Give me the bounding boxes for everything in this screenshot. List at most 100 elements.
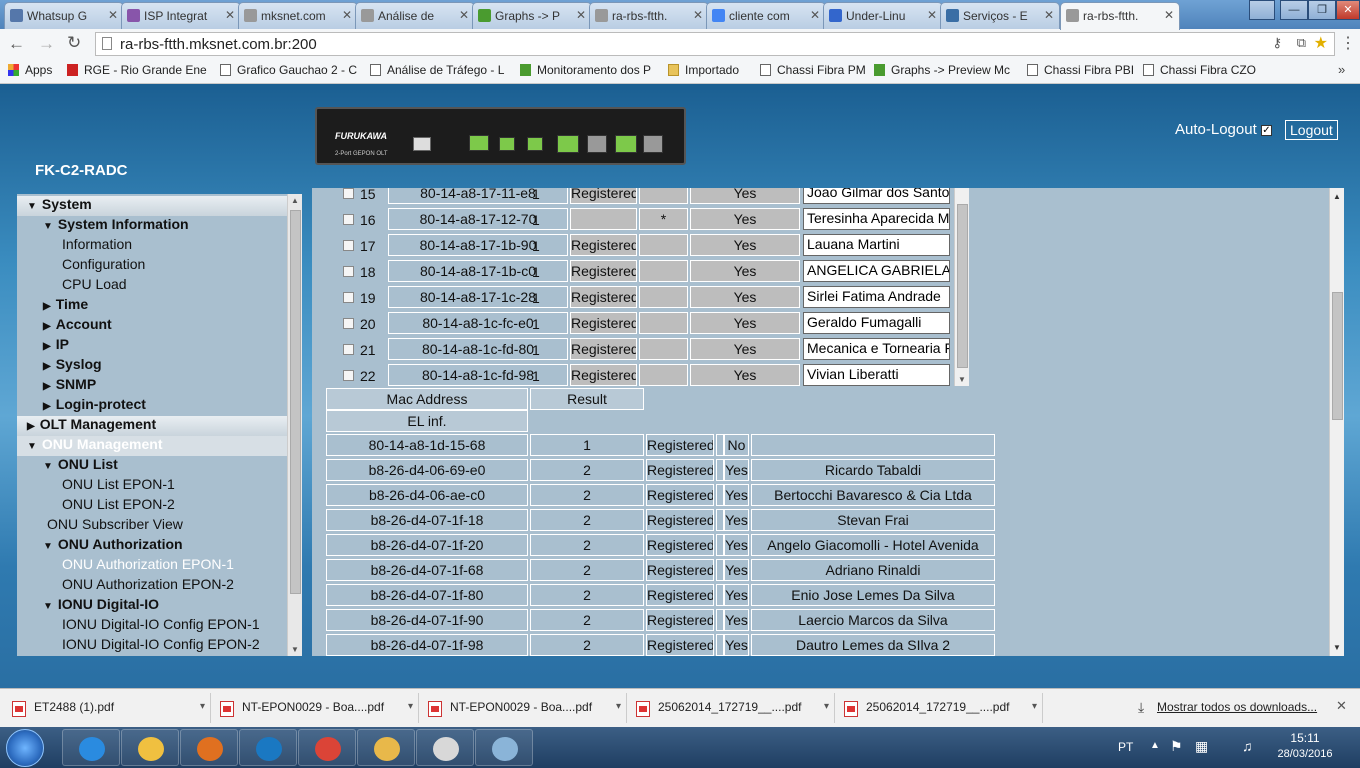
tree-item-onu-list-epon-2[interactable]: ONU List EPON-2 xyxy=(17,496,287,516)
explorer-taskbar-button[interactable] xyxy=(121,729,179,766)
auth-scroll-thumb[interactable] xyxy=(957,204,968,368)
minimize-button[interactable]: — xyxy=(1280,0,1308,20)
star-icon[interactable]: ★ xyxy=(1314,33,1328,53)
tree-item-system-information[interactable]: ▼ System Information xyxy=(17,216,287,236)
collapsed-arrow-icon[interactable]: ▶ xyxy=(43,341,51,352)
expanded-arrow-icon[interactable]: ▼ xyxy=(27,441,37,452)
row-checkbox[interactable] xyxy=(343,344,354,355)
download-item[interactable]: 25062014_172719__....pdf xyxy=(836,695,1036,723)
tree-item-onu-list-epon-1[interactable]: ONU List EPON-1 xyxy=(17,476,287,496)
collapsed-arrow-icon[interactable]: ▶ xyxy=(43,321,51,332)
slack-taskbar-button[interactable] xyxy=(416,729,474,766)
media-player-taskbar-button[interactable] xyxy=(180,729,238,766)
tree-item-configuration[interactable]: Configuration xyxy=(17,256,287,276)
close-tab-icon[interactable]: ✕ xyxy=(108,8,118,22)
close-downloads-icon[interactable]: ✕ xyxy=(1336,698,1347,714)
subscriber-name-input[interactable]: Vivian Liberatti xyxy=(803,364,950,386)
download-item[interactable]: NT-EPON0029 - Boa....pdf xyxy=(212,695,412,723)
subscriber-name-input[interactable]: Joao Gilmar dos Santos xyxy=(803,188,950,204)
bookmark-8[interactable]: Graphs -> Preview Mc xyxy=(874,63,1010,77)
tree-scroll-thumb[interactable] xyxy=(290,210,301,594)
row-checkbox[interactable] xyxy=(343,240,354,251)
close-tab-icon[interactable]: ✕ xyxy=(693,8,703,22)
skype-taskbar-button[interactable] xyxy=(239,729,297,766)
show-hidden-icons[interactable]: ▲ xyxy=(1150,740,1160,751)
menu-icon[interactable]: ⋮ xyxy=(1340,33,1356,53)
key-icon[interactable]: ⚷ xyxy=(1272,35,1282,51)
tree-item-syslog[interactable]: ▶ Syslog xyxy=(17,356,287,376)
back-icon[interactable]: ← xyxy=(8,34,25,54)
close-window-button[interactable]: ✕ xyxy=(1336,0,1360,20)
main-scrollbar[interactable]: ▲ ▼ xyxy=(1329,188,1344,656)
more-bookmarks-icon[interactable]: » xyxy=(1338,62,1345,77)
action-center-icon[interactable]: ⚑ xyxy=(1170,738,1183,755)
notepad-taskbar-button[interactable] xyxy=(475,729,533,766)
download-menu-icon[interactable]: ▾ xyxy=(1032,701,1037,712)
tree-item-onu-subscriber-view[interactable]: ONU Subscriber View xyxy=(17,516,287,536)
download-menu-icon[interactable]: ▾ xyxy=(200,701,205,712)
subscriber-name-input[interactable]: ANGELICA GABRIELA xyxy=(803,260,950,282)
tab-4[interactable]: Análise de ✕ xyxy=(355,2,475,29)
tab-6[interactable]: ra-rbs-ftth. ✕ xyxy=(589,2,709,29)
tree-item-system[interactable]: ▼ System xyxy=(17,196,287,216)
bookmark-1[interactable]: Apps xyxy=(8,63,52,77)
tab-8[interactable]: Under-Linu ✕ xyxy=(823,2,943,29)
tree-item-login-protect[interactable]: ▶ Login-protect xyxy=(17,396,287,416)
tree-item-account[interactable]: ▶ Account xyxy=(17,316,287,336)
download-menu-icon[interactable]: ▾ xyxy=(824,701,829,712)
collapsed-arrow-icon[interactable]: ▶ xyxy=(43,361,51,372)
close-tab-icon[interactable]: ✕ xyxy=(810,8,820,22)
row-checkbox[interactable] xyxy=(343,292,354,303)
expanded-arrow-icon[interactable]: ▼ xyxy=(43,221,53,232)
tree-item-ionu-digital-io-config-epon-1[interactable]: IONU Digital-IO Config EPON-1 xyxy=(17,616,287,636)
close-tab-icon[interactable]: ✕ xyxy=(576,8,586,22)
bookmark-3[interactable]: Grafico Gauchao 2 - C xyxy=(220,63,357,77)
forward-icon[interactable]: → xyxy=(38,34,55,54)
scroll-down-icon[interactable]: ▼ xyxy=(291,645,299,654)
collapsed-arrow-icon[interactable]: ▶ xyxy=(27,421,35,432)
tree-item-onu-authorization-epon-2[interactable]: ONU Authorization EPON-2 xyxy=(17,576,287,596)
tree-item-snmp[interactable]: ▶ SNMP xyxy=(17,376,287,396)
expanded-arrow-icon[interactable]: ▼ xyxy=(27,201,37,212)
close-tab-icon[interactable]: ✕ xyxy=(225,8,235,22)
bookmark-9[interactable]: Chassi Fibra PBI xyxy=(1027,63,1134,77)
tab-7[interactable]: cliente com ✕ xyxy=(706,2,826,29)
ie-taskbar-button[interactable] xyxy=(62,729,120,766)
tab-5[interactable]: Graphs -> P ✕ xyxy=(472,2,592,29)
network-icon[interactable]: ▦ xyxy=(1195,738,1208,755)
bookmark-10[interactable]: Chassi Fibra CZO xyxy=(1143,63,1256,77)
scroll-up-icon[interactable]: ▲ xyxy=(1333,192,1341,201)
download-menu-icon[interactable]: ▾ xyxy=(408,701,413,712)
tab-2[interactable]: ISP Integrat ✕ xyxy=(121,2,241,29)
collapsed-arrow-icon[interactable]: ▶ xyxy=(43,381,51,392)
tab-9[interactable]: Serviços - E ✕ xyxy=(940,2,1060,29)
system-clock[interactable]: 15:11 28/03/2016 xyxy=(1270,731,1340,760)
download-item[interactable]: ET2488 (1).pdf xyxy=(4,695,204,723)
bookmark-2[interactable]: RGE - Rio Grande Ene xyxy=(67,63,207,77)
expanded-arrow-icon[interactable]: ▼ xyxy=(43,601,53,612)
tree-scrollbar[interactable]: ▲ ▼ xyxy=(287,194,302,656)
bookmark-5[interactable]: Monitoramento dos P xyxy=(520,63,651,77)
tree-item-cpu-load[interactable]: CPU Load xyxy=(17,276,287,296)
collapsed-arrow-icon[interactable]: ▶ xyxy=(43,301,51,312)
subscriber-name-input[interactable]: Teresinha Aparecida Ma xyxy=(803,208,950,230)
row-checkbox[interactable] xyxy=(343,318,354,329)
subscriber-name-input[interactable]: Sirlei Fatima Andrade xyxy=(803,286,950,308)
auto-logout-checkbox[interactable]: ✓ xyxy=(1260,125,1272,136)
tree-item-information[interactable]: Information xyxy=(17,236,287,256)
bookmark-7[interactable]: Chassi Fibra PM xyxy=(760,63,866,77)
new-tab-button[interactable] xyxy=(1249,0,1275,20)
address-bar[interactable]: ra-rbs-ftth.mksnet.com.br:200 ⚷ ⧉ ★ xyxy=(95,32,1335,56)
language-indicator[interactable]: PT xyxy=(1118,740,1133,754)
volume-icon[interactable]: ♫ xyxy=(1242,738,1253,754)
tree-item-ip[interactable]: ▶ IP xyxy=(17,336,287,356)
tree-item-onu-management[interactable]: ▼ ONU Management xyxy=(17,436,287,456)
row-checkbox[interactable] xyxy=(343,370,354,381)
tree-item-ionu-digital-io-config-epon-2[interactable]: IONU Digital-IO Config EPON-2 xyxy=(17,636,287,656)
tree-item-ionu-digital-io[interactable]: ▼ IONU Digital-IO xyxy=(17,596,287,616)
tree-item-onu-authorization-epon-1[interactable]: ONU Authorization EPON-1 xyxy=(17,556,287,576)
auth-table-scrollbar[interactable]: ▼ xyxy=(954,188,969,386)
tab-10[interactable]: ra-rbs-ftth. ✕ xyxy=(1060,2,1180,30)
tree-item-onu-list[interactable]: ▼ ONU List xyxy=(17,456,287,476)
subscriber-name-input[interactable]: Mecanica e Tornearia Fc xyxy=(803,338,950,360)
